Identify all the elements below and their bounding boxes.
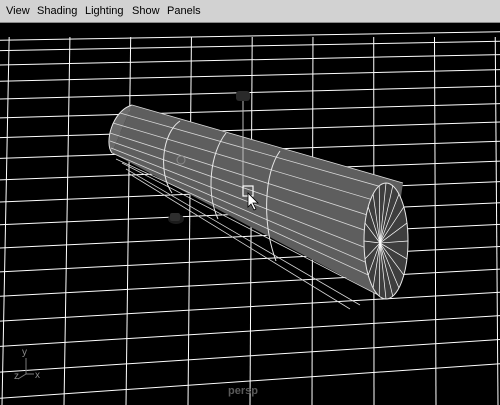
menu-panels[interactable]: Panels bbox=[167, 4, 201, 18]
grid-line bbox=[187, 36, 192, 405]
menu-show[interactable]: Show bbox=[132, 4, 160, 18]
axis-label-y: y bbox=[22, 347, 27, 358]
camera-name-label: persp bbox=[228, 385, 258, 397]
manipulator-handle-bottom[interactable] bbox=[170, 213, 180, 221]
axis-label-z: z bbox=[14, 371, 19, 382]
grid-line bbox=[494, 36, 499, 405]
grid-line bbox=[0, 103, 500, 119]
grid-line bbox=[0, 268, 500, 297]
cylinder-front-cap bbox=[363, 182, 409, 300]
grid-line bbox=[125, 36, 132, 405]
axis-label-x: x bbox=[35, 370, 40, 381]
manipulator-handle-top[interactable] bbox=[236, 91, 250, 101]
grid-line bbox=[0, 31, 500, 41]
grid-line bbox=[0, 223, 500, 249]
grid-line bbox=[0, 291, 500, 322]
scene-canvas[interactable] bbox=[0, 23, 500, 405]
menu-view[interactable]: View bbox=[6, 4, 30, 18]
grid-line bbox=[0, 69, 500, 82]
grid-line bbox=[0, 40, 500, 52]
axis-gizmo-icon bbox=[17, 358, 34, 380]
menu-lighting[interactable]: Lighting bbox=[85, 4, 124, 18]
grid-line bbox=[0, 246, 500, 273]
menu-shading[interactable]: Shading bbox=[37, 4, 77, 18]
grid-line bbox=[433, 36, 437, 405]
perspective-viewport[interactable]: z x y persp bbox=[0, 23, 500, 405]
panel-menubar: View Shading Lighting Show Panels bbox=[0, 0, 500, 23]
grid-line bbox=[0, 54, 500, 66]
grid-line bbox=[0, 121, 500, 139]
grid-line bbox=[1, 36, 10, 405]
grid-line bbox=[63, 36, 71, 405]
cylinder-mesh[interactable] bbox=[108, 104, 409, 310]
